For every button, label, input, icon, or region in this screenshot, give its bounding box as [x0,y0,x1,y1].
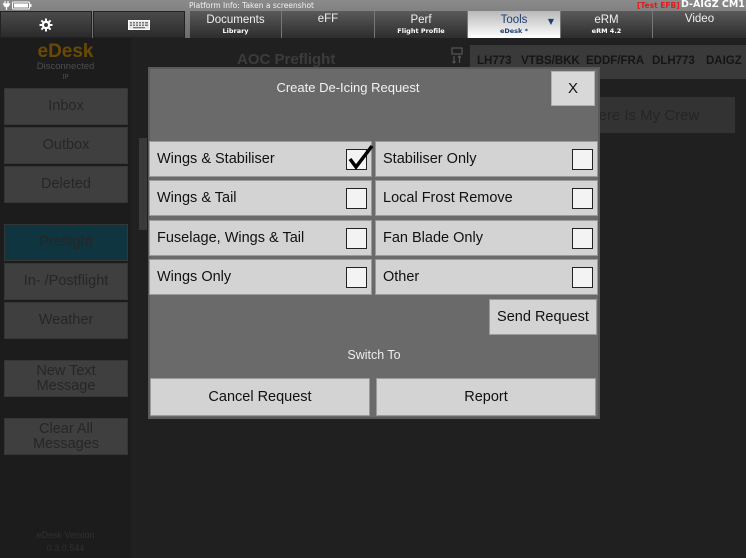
sync-icon[interactable] [451,47,463,65]
top-bar: Platform Info: Taken a screenshot [Test … [0,0,746,38]
sidebar-item-in-postflight[interactable]: In- /Postflight [4,263,128,300]
battery-icon [2,1,32,10]
option-wings-only[interactable]: Wings Only [149,259,372,295]
tab-label: Video [684,13,715,25]
checkbox[interactable] [346,267,367,288]
settings-button[interactable] [0,11,92,38]
option-label: Other [383,269,420,285]
cancel-request-button[interactable]: Cancel Request [150,378,370,416]
option-stabiliser-only[interactable]: Stabiliser Only [375,141,598,177]
gear-icon [39,18,53,31]
page-title: AOC Preflight [237,51,336,68]
checkbox-checked[interactable] [346,144,374,170]
callsign: DLH773 [652,55,695,67]
checkbox[interactable] [346,228,367,249]
departure-airport: VTBS/BKK [521,55,580,67]
efb-screen: Platform Info: Taken a screenshot [Test … [0,0,746,558]
checkbox[interactable] [572,188,593,209]
option-wings-tail[interactable]: Wings & Tail [149,180,372,216]
platform-info: Platform Info: Taken a screenshot [189,1,314,10]
dropdown-arrow-icon[interactable]: ▼ [548,17,554,26]
tab-tools[interactable]: Tools eDesk * ▼ [468,11,561,38]
checkbox[interactable] [572,149,593,170]
option-label: Wings Only [157,269,232,285]
keyboard-icon [128,19,150,30]
option-label: Stabiliser Only [383,151,477,167]
tab-label: Tools [500,14,528,26]
option-other[interactable]: Other [375,259,598,295]
option-label: Wings & Stabiliser [157,151,275,167]
new-text-message-button[interactable]: New Text Message [4,360,128,397]
sidebar-item-deleted[interactable]: Deleted [4,166,128,203]
option-fan-blade-only[interactable]: Fan Blade Only [375,220,598,256]
send-request-button[interactable]: Send Request [489,299,597,335]
tab-perf[interactable]: Perf Flight Profile [375,11,468,38]
where-is-my-crew-button[interactable]: Where Is My Crew [590,97,735,133]
connection-status: Disconnected [36,61,95,72]
checkbox[interactable] [572,267,593,288]
main-scrollbar[interactable] [139,138,147,230]
sidebar-item-weather[interactable]: Weather [4,302,128,339]
clear-all-messages-button[interactable]: Clear All Messages [4,418,128,455]
tab-sublabel: eDesk * [499,27,529,35]
tab-label: Documents [206,14,265,26]
sidebar-item-outbox[interactable]: Outbox [4,127,128,164]
option-local-frost-remove[interactable]: Local Frost Remove [375,180,598,216]
tab-documents[interactable]: Documents Library [190,11,282,38]
aircraft-registration: DAIGZ [706,55,742,67]
tab-video[interactable]: Video [653,11,746,38]
arrival-airport: EDDF/FRA [586,55,645,67]
tab-eff[interactable]: eFF [282,11,375,38]
sidebar-item-inbox[interactable]: Inbox [4,88,128,125]
checkbox[interactable] [572,228,593,249]
option-fuselage-wings-tail[interactable]: Fuselage, Wings & Tail [149,220,372,256]
checkmark-icon [348,144,374,170]
device-id: D-AIGZ CM1 [681,0,745,10]
connection-ip: IP [62,73,69,81]
crew-button-label: Where Is My Crew [590,106,700,124]
option-label: Fan Blade Only [383,230,483,246]
status-row: Platform Info: Taken a screenshot [Test … [0,0,746,11]
option-label: Fuselage, Wings & Tail [157,230,305,246]
edesk-logo: eDesk [37,41,94,62]
checkbox[interactable] [346,188,367,209]
flight-number: LH773 [477,55,512,67]
tab-sublabel: eRM 4.2 [591,27,622,35]
option-label: Wings & Tail [157,190,237,206]
tab-label: eRM [594,14,619,26]
dialog-title: Create De-Icing Request [276,80,420,95]
close-button[interactable]: X [551,71,595,106]
option-label: Local Frost Remove [383,190,513,206]
tab-label: Perf [410,14,432,26]
tab-erm[interactable]: eRM eRM 4.2 [561,11,653,38]
test-efb-badge: [Test EFB] [637,1,680,10]
sidebar: eDesk Disconnected IP Inbox Outbox Delet… [0,38,131,558]
version-number: 0.3.0.544 [46,543,85,553]
version-label: eDesk Version [36,530,95,540]
switch-to-label: Switch To [347,348,401,362]
keyboard-button[interactable] [93,11,185,38]
report-button[interactable]: Report [376,378,596,416]
tab-sublabel: Flight Profile [397,27,445,35]
tab-sublabel: Library [222,27,249,35]
tab-label: eFF [317,13,339,25]
sidebar-item-preflight[interactable]: Preflight [4,224,128,261]
option-wings-stabiliser[interactable]: Wings & Stabiliser [149,141,374,177]
